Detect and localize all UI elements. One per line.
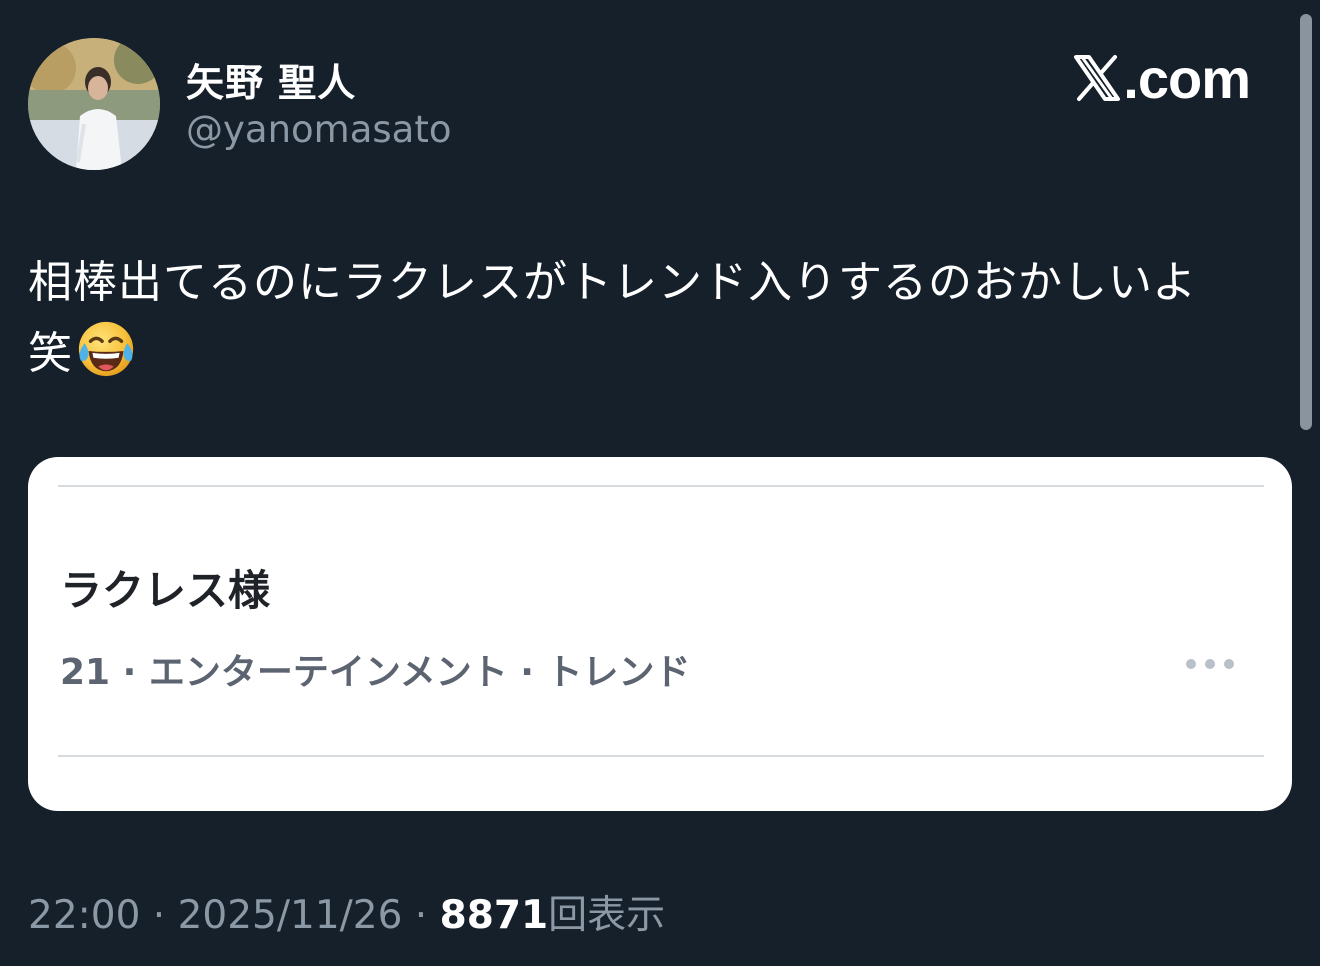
avatar[interactable] — [28, 38, 160, 170]
x-logo-icon — [1074, 55, 1121, 101]
tweet-footer: 22:00 · 2025/11/26 · 8871回表示 — [28, 884, 665, 940]
tweet-text-line-2: 笑 — [28, 318, 1278, 389]
tweet-screenshot: 矢野 聖人 @yanomasato .com 相棒出てるのにラクレスがトレンド入… — [0, 0, 1320, 966]
brand-text: .com — [1123, 46, 1251, 110]
tweet-text-laugh: 笑 — [28, 328, 73, 379]
divider — [58, 755, 1264, 757]
tweet-text-line-1: 相棒出てるのにラクレスがトレンド入りするのおかしいよ — [28, 257, 1198, 308]
trend-meta: 21 · エンターテインメント · トレンド — [60, 652, 691, 693]
brand-logo: .com — [1073, 46, 1251, 110]
tweet-text: 相棒出てるのにラクレスがトレンド入りするのおかしいよ 笑 — [28, 248, 1278, 389]
more-dots-icon — [1186, 659, 1234, 669]
scrollbar[interactable] — [1300, 14, 1312, 430]
tweet-date[interactable]: 2025/11/26 — [178, 893, 403, 938]
separator: · — [140, 893, 178, 938]
tweet-time[interactable]: 22:00 — [28, 893, 140, 938]
trend-title: ラクレス様 — [60, 566, 271, 615]
separator: · — [402, 893, 440, 938]
author-handle[interactable]: @yanomasato — [186, 108, 451, 151]
views-label: 回表示 — [548, 893, 666, 938]
avatar-photo-icon — [28, 38, 160, 170]
author-display-name[interactable]: 矢野 聖人 — [186, 52, 356, 107]
views-count: 8871 — [439, 893, 549, 938]
divider — [58, 485, 1264, 487]
trend-screenshot-card[interactable]: ラクレス様 21 · エンターテインメント · トレンド — [28, 457, 1292, 811]
face-with-tears-of-joy-icon — [78, 321, 134, 377]
